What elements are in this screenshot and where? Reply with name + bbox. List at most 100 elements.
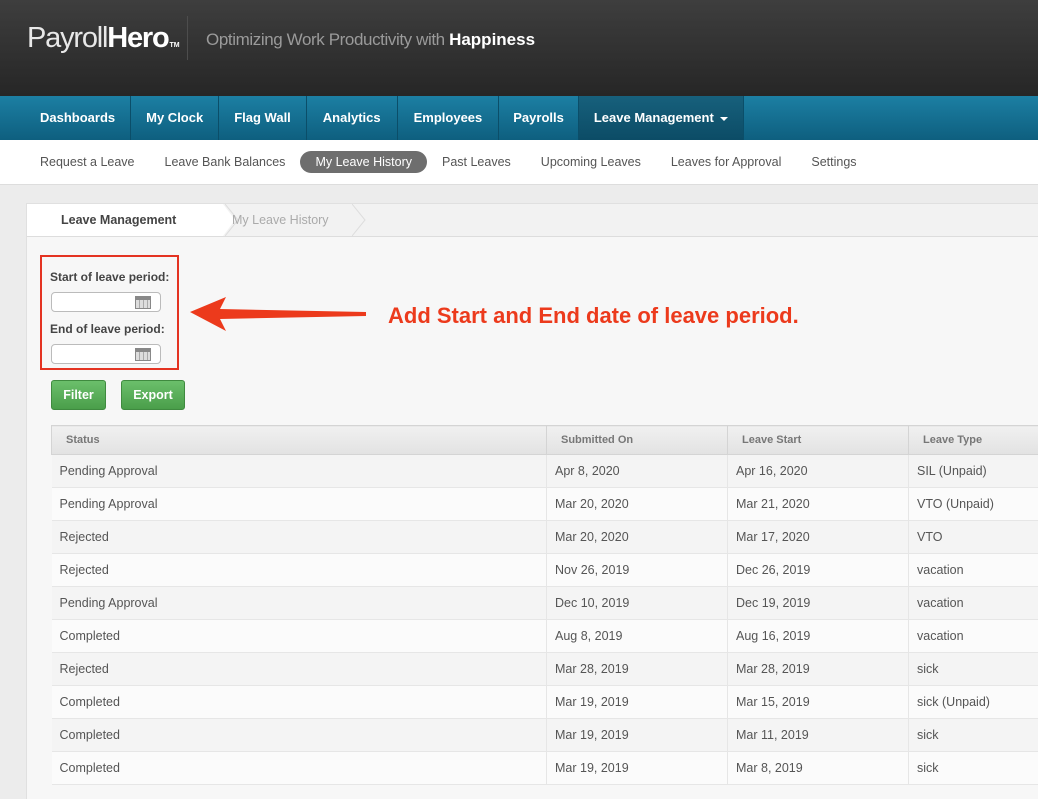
annotation-text: Add Start and End date of leave period.	[388, 303, 799, 328]
cell-leave-start: Mar 28, 2019	[727, 652, 909, 686]
cell-leave-start: Dec 26, 2019	[727, 553, 909, 587]
main-nav: Dashboards My Clock Flag Wall Analytics …	[0, 96, 1038, 140]
nav-item-leave-management[interactable]: Leave Management	[578, 96, 744, 140]
end-date-input[interactable]	[51, 344, 161, 364]
table-row[interactable]: Pending Approval Mar 20, 2020 Mar 21, 20…	[51, 487, 1038, 521]
subnav-settings[interactable]: Settings	[796, 151, 871, 173]
column-header-status[interactable]: Status	[51, 425, 547, 455]
payrollhero-logo[interactable]: PayrollHeroTM	[27, 22, 180, 55]
table-row[interactable]: Pending Approval Dec 10, 2019 Dec 19, 20…	[51, 586, 1038, 620]
table-row[interactable]: Rejected Mar 28, 2019 Mar 28, 2019 sick	[51, 652, 1038, 686]
calendar-icon[interactable]	[135, 296, 151, 309]
cell-submitted-on: Mar 28, 2019	[546, 652, 728, 686]
subnav-leave-bank-balances[interactable]: Leave Bank Balances	[150, 151, 301, 173]
subnav-leaves-for-approval[interactable]: Leaves for Approval	[656, 151, 797, 173]
table-row[interactable]: Completed Mar 19, 2019 Mar 8, 2019 sick	[51, 751, 1038, 785]
annotation-arrow-icon	[190, 297, 366, 331]
caret-down-icon	[719, 116, 728, 121]
nav-label: Leave Management	[593, 110, 714, 125]
table-row[interactable]: Pending Approval Apr 8, 2020 Apr 16, 202…	[51, 454, 1038, 488]
cell-submitted-on: Nov 26, 2019	[546, 553, 728, 587]
cell-submitted-on: Aug 8, 2019	[546, 619, 728, 653]
nav-label: Payrolls	[513, 110, 564, 125]
cell-leave-type: vacation	[908, 586, 1038, 620]
column-header-leave-type[interactable]: Leave Type	[908, 425, 1038, 455]
cell-status: Completed	[51, 718, 547, 752]
start-date-label: Start of leave period:	[50, 270, 170, 284]
tagline: Optimizing Work Productivity with Happin…	[206, 30, 535, 50]
cell-leave-type: VTO (Unpaid)	[908, 487, 1038, 521]
cell-leave-type: vacation	[908, 619, 1038, 653]
nav-label: Employees	[413, 110, 483, 125]
cell-leave-start: Mar 17, 2020	[727, 520, 909, 554]
calendar-icon[interactable]	[135, 348, 151, 361]
breadcrumb-leave-management[interactable]: Leave Management	[27, 204, 223, 236]
cell-submitted-on: Mar 19, 2019	[546, 685, 728, 719]
cell-leave-start: Dec 19, 2019	[727, 586, 909, 620]
cell-status: Completed	[51, 751, 547, 785]
nav-item-payrolls[interactable]: Payrolls	[499, 96, 579, 140]
cell-leave-type: SIL (Unpaid)	[908, 454, 1038, 488]
nav-label: Flag Wall	[234, 110, 291, 125]
table-row[interactable]: Rejected Nov 26, 2019 Dec 26, 2019 vacat…	[51, 553, 1038, 587]
cell-submitted-on: Mar 19, 2019	[546, 718, 728, 752]
cell-leave-start: Mar 21, 2020	[727, 487, 909, 521]
subnav-upcoming-leaves[interactable]: Upcoming Leaves	[526, 151, 656, 173]
subnav-request-a-leave[interactable]: Request a Leave	[25, 151, 150, 173]
cell-status: Rejected	[51, 553, 547, 587]
cell-status: Pending Approval	[51, 487, 547, 521]
cell-leave-type: vacation	[908, 553, 1038, 587]
nav-item-flag-wall[interactable]: Flag Wall	[219, 96, 307, 140]
cell-status: Pending Approval	[51, 586, 547, 620]
cell-leave-type: sick	[908, 652, 1038, 686]
cell-status: Completed	[51, 619, 547, 653]
breadcrumb-my-leave-history: My Leave History	[232, 213, 329, 227]
cell-leave-type: sick	[908, 718, 1038, 752]
cell-submitted-on: Apr 8, 2020	[546, 454, 728, 488]
cell-status: Rejected	[51, 652, 547, 686]
logo-text-thin: Payroll	[27, 22, 108, 54]
logo-trademark: TM	[169, 42, 180, 49]
cell-leave-start: Aug 16, 2019	[727, 619, 909, 653]
export-button[interactable]: Export	[121, 380, 185, 410]
start-date-input[interactable]	[51, 292, 161, 312]
cell-submitted-on: Mar 20, 2020	[546, 520, 728, 554]
leave-history-table: Status Submitted On Leave Start Leave Ty…	[51, 425, 1038, 785]
cell-leave-type: sick	[908, 751, 1038, 785]
cell-leave-start: Mar 15, 2019	[727, 685, 909, 719]
cell-leave-type: sick (Unpaid)	[908, 685, 1038, 719]
table-row[interactable]: Completed Mar 19, 2019 Mar 15, 2019 sick…	[51, 685, 1038, 719]
nav-item-employees[interactable]: Employees	[398, 96, 500, 140]
cell-status: Pending Approval	[51, 454, 547, 488]
nav-item-dashboards[interactable]: Dashboards	[0, 96, 132, 140]
cell-status: Completed	[51, 685, 547, 719]
table-header-row: Status Submitted On Leave Start Leave Ty…	[51, 425, 1038, 455]
cell-status: Rejected	[51, 520, 547, 554]
cell-submitted-on: Dec 10, 2019	[546, 586, 728, 620]
table-row[interactable]: Completed Aug 8, 2019 Aug 16, 2019 vacat…	[51, 619, 1038, 653]
subnav-my-leave-history[interactable]: My Leave History	[300, 151, 427, 173]
cell-leave-start: Mar 8, 2019	[727, 751, 909, 785]
table-row[interactable]: Completed Mar 19, 2019 Mar 11, 2019 sick	[51, 718, 1038, 752]
app-header: PayrollHeroTM Optimizing Work Productivi…	[0, 0, 1038, 96]
sub-nav: Request a Leave Leave Bank Balances My L…	[0, 140, 1038, 185]
subnav-past-leaves[interactable]: Past Leaves	[427, 151, 526, 173]
cell-leave-type: VTO	[908, 520, 1038, 554]
breadcrumb-separator-icon	[352, 204, 366, 236]
logo-text-bold: Hero	[107, 22, 169, 54]
nav-item-my-clock[interactable]: My Clock	[131, 96, 220, 140]
cell-submitted-on: Mar 20, 2020	[546, 487, 728, 521]
end-date-label: End of leave period:	[50, 322, 165, 336]
cell-leave-start: Mar 11, 2019	[727, 718, 909, 752]
column-header-leave-start[interactable]: Leave Start	[727, 425, 909, 455]
nav-item-analytics[interactable]: Analytics	[307, 96, 398, 140]
table-row[interactable]: Rejected Mar 20, 2020 Mar 17, 2020 VTO	[51, 520, 1038, 554]
cell-submitted-on: Mar 19, 2019	[546, 751, 728, 785]
cell-leave-start: Apr 16, 2020	[727, 454, 909, 488]
tagline-text: Optimizing Work Productivity with	[206, 30, 445, 49]
header-divider	[187, 16, 188, 60]
filter-button[interactable]: Filter	[51, 380, 106, 410]
column-header-submitted-on[interactable]: Submitted On	[546, 425, 728, 455]
nav-label: Dashboards	[40, 110, 116, 125]
nav-label: My Clock	[146, 110, 204, 125]
